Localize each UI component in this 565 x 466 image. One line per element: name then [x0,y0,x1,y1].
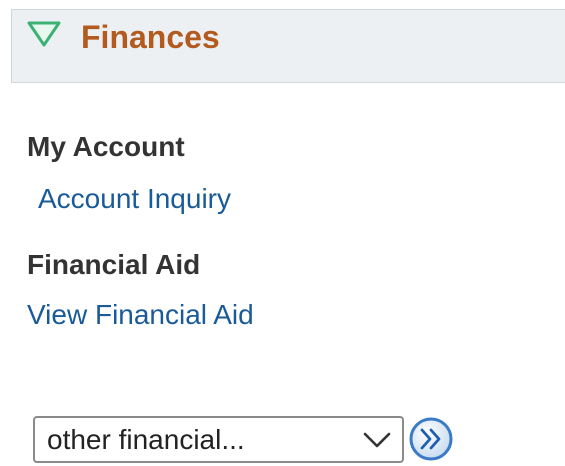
section-title: Finances [81,19,220,55]
account-inquiry-link[interactable]: Account Inquiry [38,182,231,216]
go-button[interactable] [408,416,454,462]
financial-aid-heading: Financial Aid [27,249,201,280]
chevron-down-icon [363,432,391,448]
other-financial-select[interactable]: other financial... [33,416,404,463]
select-selected-value: other financial... [47,424,245,455]
triangle-down-icon[interactable] [27,20,61,50]
finances-pagelet: Finances My Account Account Inquiry Fina… [0,0,565,466]
view-financial-aid-link[interactable]: View Financial Aid [27,298,254,332]
my-account-heading: My Account [27,131,185,162]
